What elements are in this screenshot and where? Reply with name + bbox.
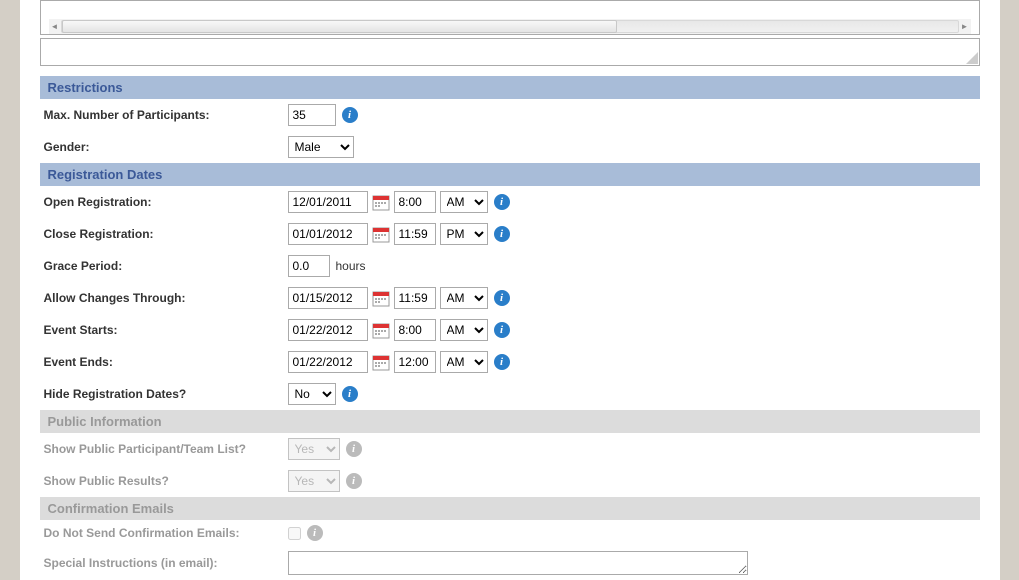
event-starts-date-input[interactable] — [288, 319, 368, 341]
page-wrapper: ◄ ► Restrictions Max. Number of Particip… — [20, 0, 1000, 580]
info-icon[interactable]: i — [342, 107, 358, 123]
info-icon[interactable]: i — [307, 525, 323, 541]
close-reg-ampm-select[interactable]: PM — [440, 223, 488, 245]
calendar-icon[interactable] — [372, 225, 390, 243]
event-ends-ampm-select[interactable]: AM — [440, 351, 488, 373]
grace-period-input[interactable] — [288, 255, 330, 277]
row-hide-reg-dates: Hide Registration Dates? No i — [40, 378, 980, 410]
gender-select[interactable]: Male — [288, 136, 354, 158]
info-icon[interactable]: i — [346, 473, 362, 489]
info-icon[interactable]: i — [494, 290, 510, 306]
section-header-public-info: Public Information — [40, 410, 980, 433]
info-icon[interactable]: i — [494, 354, 510, 370]
label-do-not-send-conf: Do Not Send Confirmation Emails: — [40, 526, 288, 540]
editor-top-area: ◄ ► — [40, 0, 980, 35]
row-allow-changes: Allow Changes Through: AM i — [40, 282, 980, 314]
calendar-icon[interactable] — [372, 289, 390, 307]
label-close-registration: Close Registration: — [40, 227, 288, 241]
resize-handle[interactable] — [966, 52, 978, 64]
label-grace-period: Grace Period: — [40, 259, 288, 273]
row-show-public-list: Show Public Participant/Team List? Yes i — [40, 433, 980, 465]
row-gender: Gender: Male — [40, 131, 980, 163]
calendar-icon[interactable] — [372, 353, 390, 371]
event-ends-date-input[interactable] — [288, 351, 368, 373]
hide-reg-dates-select[interactable]: No — [288, 383, 336, 405]
scroll-left-arrow[interactable]: ◄ — [49, 20, 61, 33]
max-participants-input[interactable] — [288, 104, 336, 126]
open-reg-date-input[interactable] — [288, 191, 368, 213]
info-icon[interactable]: i — [346, 441, 362, 457]
show-public-results-select: Yes — [288, 470, 340, 492]
info-icon[interactable]: i — [342, 386, 358, 402]
info-icon[interactable]: i — [494, 322, 510, 338]
close-reg-time-input[interactable] — [394, 223, 436, 245]
label-allow-changes: Allow Changes Through: — [40, 291, 288, 305]
label-show-public-list: Show Public Participant/Team List? — [40, 442, 288, 456]
row-do-not-send-conf: Do Not Send Confirmation Emails: i — [40, 520, 980, 546]
label-max-participants: Max. Number of Participants: — [40, 108, 288, 122]
open-reg-time-input[interactable] — [394, 191, 436, 213]
row-event-starts: Event Starts: AM i — [40, 314, 980, 346]
section-header-registration-dates: Registration Dates — [40, 163, 980, 186]
do-not-send-conf-checkbox — [288, 527, 301, 540]
scroll-thumb[interactable] — [62, 20, 618, 33]
allow-changes-time-input[interactable] — [394, 287, 436, 309]
show-public-list-select: Yes — [288, 438, 340, 460]
section-header-restrictions: Restrictions — [40, 76, 980, 99]
label-event-ends: Event Ends: — [40, 355, 288, 369]
label-hide-reg-dates: Hide Registration Dates? — [40, 387, 288, 401]
editor-horizontal-scrollbar[interactable]: ◄ ► — [49, 19, 971, 34]
label-event-starts: Event Starts: — [40, 323, 288, 337]
row-open-registration: Open Registration: AM i — [40, 186, 980, 218]
editor-bottom-area — [40, 38, 980, 66]
scroll-right-arrow[interactable]: ► — [959, 20, 971, 33]
event-starts-ampm-select[interactable]: AM — [440, 319, 488, 341]
label-show-public-results: Show Public Results? — [40, 474, 288, 488]
label-special-instructions: Special Instructions (in email): — [40, 556, 288, 570]
event-ends-time-input[interactable] — [394, 351, 436, 373]
row-event-ends: Event Ends: AM i — [40, 346, 980, 378]
special-instructions-textarea[interactable] — [288, 551, 748, 575]
calendar-icon[interactable] — [372, 321, 390, 339]
row-special-instructions: Special Instructions (in email): — [40, 546, 980, 580]
info-icon[interactable]: i — [494, 226, 510, 242]
event-starts-time-input[interactable] — [394, 319, 436, 341]
scroll-track[interactable] — [61, 20, 959, 33]
section-header-confirmation-emails: Confirmation Emails — [40, 497, 980, 520]
calendar-icon[interactable] — [372, 193, 390, 211]
row-grace-period: Grace Period: hours — [40, 250, 980, 282]
grace-period-unit: hours — [336, 259, 366, 273]
label-gender: Gender: — [40, 140, 288, 154]
info-icon[interactable]: i — [494, 194, 510, 210]
close-reg-date-input[interactable] — [288, 223, 368, 245]
label-open-registration: Open Registration: — [40, 195, 288, 209]
allow-changes-ampm-select[interactable]: AM — [440, 287, 488, 309]
row-close-registration: Close Registration: PM i — [40, 218, 980, 250]
row-max-participants: Max. Number of Participants: i — [40, 99, 980, 131]
row-show-public-results: Show Public Results? Yes i — [40, 465, 980, 497]
allow-changes-date-input[interactable] — [288, 287, 368, 309]
open-reg-ampm-select[interactable]: AM — [440, 191, 488, 213]
